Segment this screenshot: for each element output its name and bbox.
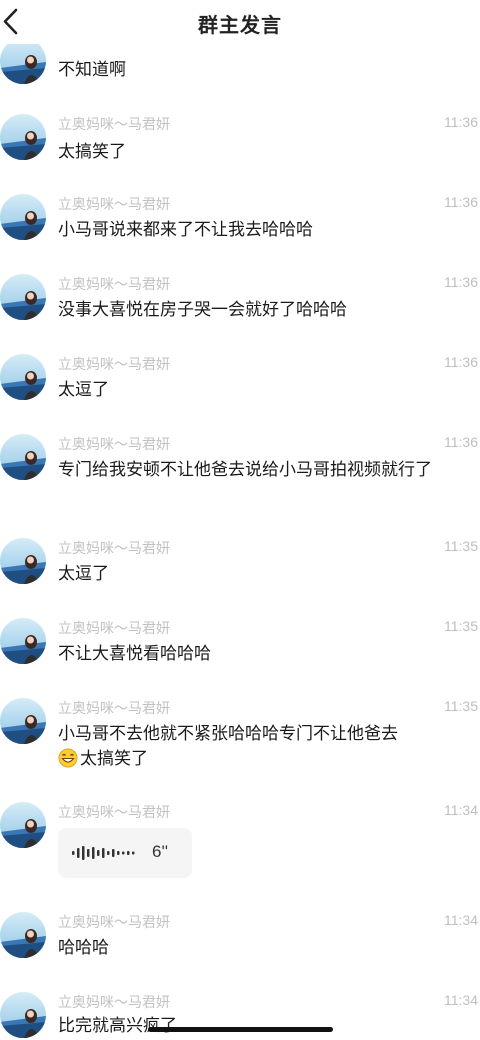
sender-name: 立奥妈咪～马君妍 xyxy=(58,701,170,717)
avatar[interactable] xyxy=(0,434,46,480)
avatar-image xyxy=(0,538,46,584)
avatar[interactable] xyxy=(0,38,46,84)
message-text: 太搞笑了 xyxy=(58,142,126,162)
avatar[interactable] xyxy=(0,912,46,958)
message-text-part: 太搞笑了 xyxy=(80,749,148,769)
page-title: 群主发言 xyxy=(198,13,282,37)
avatar[interactable] xyxy=(0,114,46,160)
avatar[interactable] xyxy=(0,698,46,744)
message-text: 不知道啊 xyxy=(58,60,126,80)
message-time: 11:35 xyxy=(444,618,478,634)
message-text: 不让大喜悦看哈哈哈 xyxy=(58,644,211,664)
avatar-image xyxy=(0,114,46,160)
avatar-image xyxy=(0,912,46,958)
avatar[interactable] xyxy=(0,538,46,584)
message-time: 11:36 xyxy=(444,274,478,290)
message-time: 11:35 xyxy=(444,538,478,554)
home-indicator[interactable] xyxy=(148,1027,333,1032)
message-text: 太逗了 xyxy=(58,564,109,584)
message-time: 11:35 xyxy=(444,698,478,714)
sender-name: 立奥妈咪～马君妍 xyxy=(58,357,170,373)
grinning-face-emoji-icon xyxy=(58,748,78,776)
sender-name: 立奥妈咪～马君妍 xyxy=(58,197,170,213)
avatar-image xyxy=(0,194,46,240)
message-time: 11:36 xyxy=(444,354,478,370)
message-text: 小马哥说来都来了不让我去哈哈哈 xyxy=(58,220,313,240)
message-text: 专门给我安顿不让他爸去说给小马哥拍视频就行了 xyxy=(58,460,432,480)
avatar[interactable] xyxy=(0,194,46,240)
message-text: 小马哥不去他就不紧张哈哈哈专门不让他爸去太搞笑了 xyxy=(58,722,468,776)
message-text-part: 小马哥不去他就不紧张哈哈哈专门不让他爸去 xyxy=(58,724,398,744)
message-text: 哈哈哈 xyxy=(58,938,109,958)
nav-header: 群主发言 xyxy=(0,0,480,44)
voice-duration: 6'' xyxy=(152,842,168,861)
message-text: 太逗了 xyxy=(58,380,109,400)
sender-name: 立奥妈咪～马君妍 xyxy=(58,915,170,931)
avatar-image xyxy=(0,992,46,1038)
avatar[interactable] xyxy=(0,802,46,848)
chat-screen: 不知道啊 立奥妈咪～马君妍 11:36 太搞笑了 立奥妈咪～马君妍 11:36 … xyxy=(0,0,480,1040)
message-text: 没事大喜悦在房子哭一会就好了哈哈哈 xyxy=(58,300,347,320)
message-time: 11:36 xyxy=(444,194,478,210)
message-time: 11:34 xyxy=(444,802,478,818)
avatar-image xyxy=(0,698,46,744)
sender-name: 立奥妈咪～马君妍 xyxy=(58,995,170,1011)
avatar[interactable] xyxy=(0,618,46,664)
voice-message-bubble[interactable]: 6'' xyxy=(58,828,192,878)
voice-wave-icon xyxy=(72,846,135,860)
avatar-image xyxy=(0,618,46,664)
sender-name: 立奥妈咪～马君妍 xyxy=(58,805,170,821)
avatar-image xyxy=(0,434,46,480)
avatar-image xyxy=(0,274,46,320)
avatar[interactable] xyxy=(0,274,46,320)
avatar-image xyxy=(0,38,46,84)
sender-name: 立奥妈咪～马君妍 xyxy=(58,621,170,637)
message-time: 11:34 xyxy=(444,912,478,928)
avatar-image xyxy=(0,802,46,848)
sender-name: 立奥妈咪～马君妍 xyxy=(58,437,170,453)
avatar[interactable] xyxy=(0,992,46,1038)
message-time: 11:36 xyxy=(444,114,478,130)
message-time: 11:36 xyxy=(444,434,478,450)
avatar[interactable] xyxy=(0,354,46,400)
message-time: 11:34 xyxy=(444,992,478,1008)
sender-name: 立奥妈咪～马君妍 xyxy=(58,117,170,133)
sender-name: 立奥妈咪～马君妍 xyxy=(58,541,170,557)
avatar-image xyxy=(0,354,46,400)
sender-name: 立奥妈咪～马君妍 xyxy=(58,277,170,293)
